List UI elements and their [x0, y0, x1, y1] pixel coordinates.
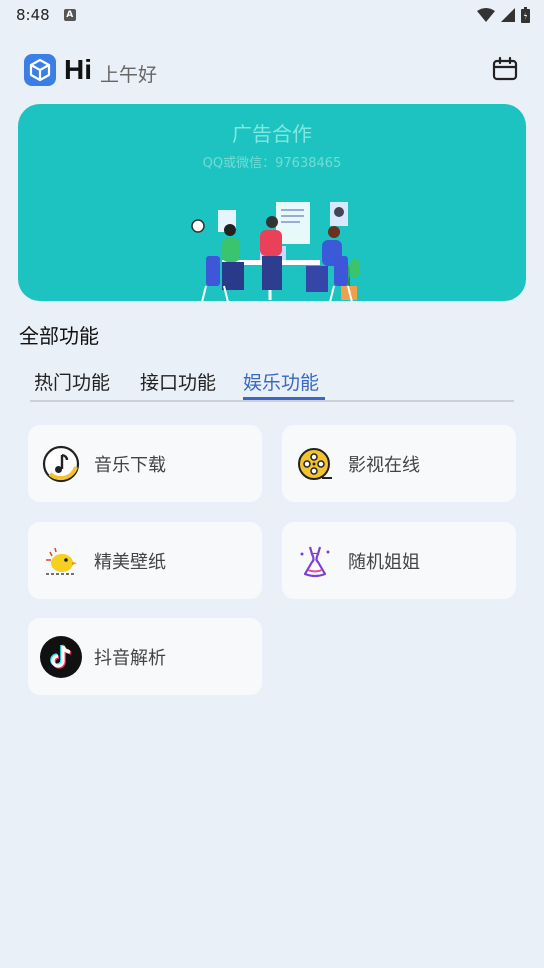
- music-note-icon: [42, 445, 80, 482]
- wallpaper-bird-icon: [46, 547, 77, 575]
- tab-hot[interactable]: 热门功能: [34, 368, 110, 395]
- feature-card-music[interactable]: 音乐下载: [28, 425, 262, 502]
- banner-title: 广告合作: [232, 122, 312, 146]
- feature-card-wallpaper[interactable]: 精美壁纸: [28, 522, 262, 599]
- cube-logo-icon: [24, 54, 56, 86]
- meeting-illustration: [191, 202, 360, 301]
- signal-icon: [501, 8, 515, 22]
- feature-card-random-girl[interactable]: 随机姐姐: [282, 522, 516, 599]
- feature-label: 抖音解析: [94, 647, 166, 669]
- feature-label: 音乐下载: [94, 454, 166, 476]
- a-badge-icon: A: [63, 9, 76, 21]
- status-icons: [477, 7, 530, 23]
- dress-icon: [300, 546, 330, 577]
- hi-text: Hi: [64, 54, 92, 85]
- ad-banner[interactable]: 广告合作 QQ或微信：97638465: [18, 104, 526, 301]
- feature-card-video[interactable]: 影视在线: [282, 425, 516, 502]
- banner-subtitle: QQ或微信：97638465: [202, 156, 342, 171]
- feature-label: 精美壁纸: [94, 551, 166, 573]
- feature-label: 随机姐姐: [348, 551, 420, 573]
- battery-icon: [521, 7, 530, 23]
- greeting-text: 上午好: [100, 63, 158, 86]
- feature-tabs: 热门功能 接口功能 娱乐功能: [30, 364, 514, 402]
- tab-entertainment[interactable]: 娱乐功能: [243, 368, 319, 395]
- tab-api[interactable]: 接口功能: [140, 368, 216, 395]
- active-tab-indicator: [243, 397, 325, 400]
- wifi-icon: [477, 8, 495, 22]
- status-bar: 8:48 A: [0, 0, 544, 30]
- film-reel-icon: [298, 447, 332, 480]
- feature-label: 影视在线: [348, 454, 420, 476]
- status-time: 8:48: [16, 6, 50, 24]
- feature-card-douyin[interactable]: 抖音解析: [28, 618, 262, 695]
- section-title: 全部功能: [19, 324, 99, 348]
- tiktok-icon: [40, 635, 82, 678]
- calendar-icon[interactable]: [492, 56, 518, 82]
- app-header: Hi 上午好: [24, 52, 157, 88]
